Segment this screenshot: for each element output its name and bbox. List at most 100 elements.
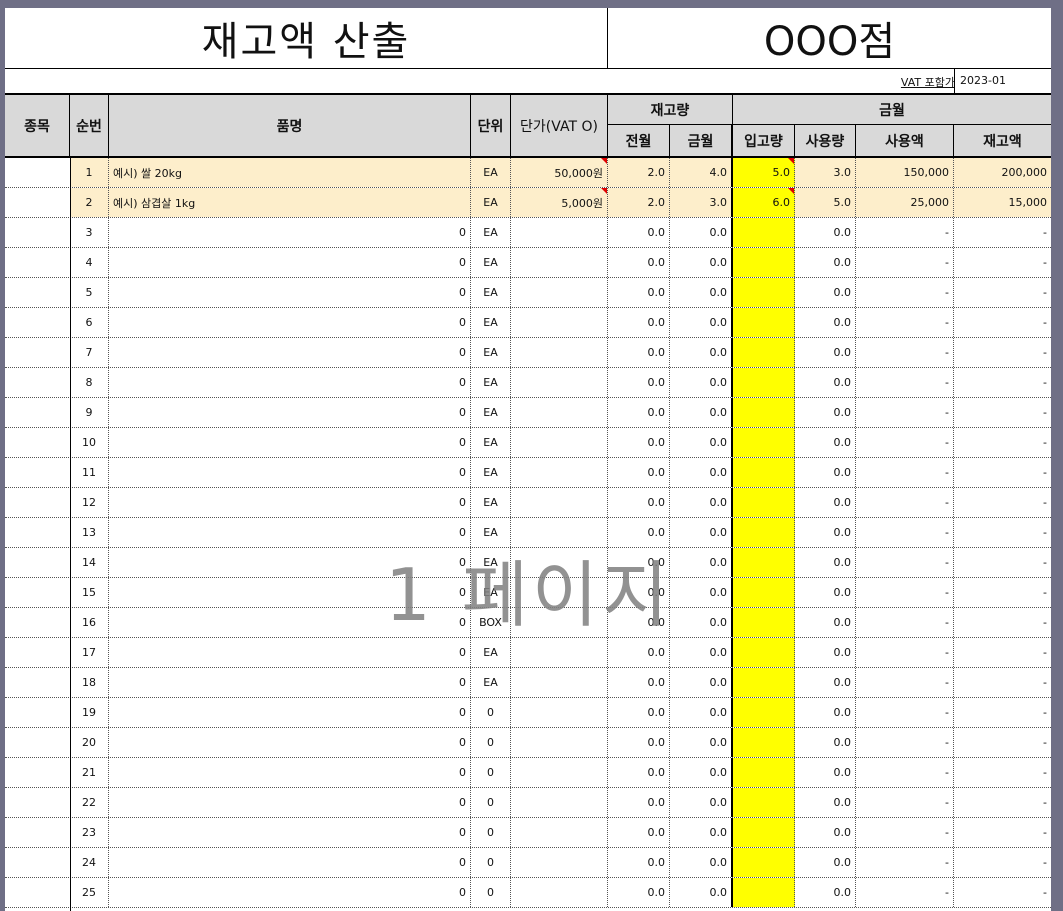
- stock-amount-cell[interactable]: -: [954, 818, 1051, 847]
- price-cell[interactable]: [511, 458, 608, 487]
- unit-cell[interactable]: EA: [471, 548, 511, 577]
- category-cell[interactable]: [5, 608, 70, 637]
- inbound-cell[interactable]: [733, 668, 795, 697]
- category-cell[interactable]: [5, 248, 70, 277]
- header-usage[interactable]: 사용량: [795, 125, 856, 156]
- usage-cell[interactable]: 0.0: [795, 338, 856, 367]
- cur-stock-cell[interactable]: 0.0: [670, 338, 733, 367]
- usage-amount-cell[interactable]: -: [856, 668, 954, 697]
- usage-cell[interactable]: 3.0: [795, 158, 856, 187]
- inbound-cell[interactable]: [733, 728, 795, 757]
- item-cell[interactable]: 0: [109, 578, 471, 607]
- item-cell[interactable]: 0: [109, 608, 471, 637]
- cur-stock-cell[interactable]: 0.0: [670, 758, 733, 787]
- prev-stock-cell[interactable]: 0.0: [608, 818, 670, 847]
- prev-stock-cell[interactable]: 2.0: [608, 158, 670, 187]
- seq-cell[interactable]: 24: [70, 848, 109, 877]
- usage-cell[interactable]: 0.0: [795, 788, 856, 817]
- usage-cell[interactable]: 0.0: [795, 428, 856, 457]
- stock-amount-cell[interactable]: 200,000: [954, 158, 1051, 187]
- unit-cell[interactable]: EA: [471, 638, 511, 667]
- stock-amount-cell[interactable]: 15,000: [954, 188, 1051, 217]
- category-cell[interactable]: [5, 368, 70, 397]
- usage-amount-cell[interactable]: -: [856, 398, 954, 427]
- item-cell[interactable]: 예시) 삼겹살 1kg: [109, 188, 471, 217]
- stock-amount-cell[interactable]: -: [954, 458, 1051, 487]
- prev-stock-cell[interactable]: 0.0: [608, 578, 670, 607]
- cur-stock-cell[interactable]: 0.0: [670, 488, 733, 517]
- stock-amount-cell[interactable]: -: [954, 248, 1051, 277]
- sheet-title[interactable]: 재고액 산출: [5, 8, 608, 69]
- stock-amount-cell[interactable]: -: [954, 668, 1051, 697]
- item-cell[interactable]: 0: [109, 518, 471, 547]
- category-cell[interactable]: [5, 788, 70, 817]
- header-inbound[interactable]: 입고량: [733, 125, 795, 156]
- header-amount-group[interactable]: 금월: [733, 95, 1051, 125]
- unit-cell[interactable]: EA: [471, 278, 511, 307]
- seq-cell[interactable]: 21: [70, 758, 109, 787]
- header-unit[interactable]: 단위: [471, 95, 511, 156]
- seq-cell[interactable]: 14: [70, 548, 109, 577]
- seq-cell[interactable]: 13: [70, 518, 109, 547]
- prev-stock-cell[interactable]: 0.0: [608, 278, 670, 307]
- category-cell[interactable]: [5, 638, 70, 667]
- item-cell[interactable]: 0: [109, 398, 471, 427]
- inbound-cell[interactable]: [733, 848, 795, 877]
- unit-cell[interactable]: EA: [471, 488, 511, 517]
- usage-cell[interactable]: 0.0: [795, 728, 856, 757]
- usage-cell[interactable]: 0.0: [795, 368, 856, 397]
- inbound-cell[interactable]: [733, 338, 795, 367]
- stock-amount-cell[interactable]: -: [954, 308, 1051, 337]
- header-unit-price[interactable]: 단가(VAT O): [511, 95, 608, 156]
- usage-amount-cell[interactable]: -: [856, 728, 954, 757]
- usage-cell[interactable]: 0.0: [795, 308, 856, 337]
- price-cell[interactable]: [511, 338, 608, 367]
- inbound-cell[interactable]: [733, 608, 795, 637]
- prev-stock-cell[interactable]: 0.0: [608, 698, 670, 727]
- category-cell[interactable]: [5, 548, 70, 577]
- price-cell[interactable]: [511, 218, 608, 247]
- prev-stock-cell[interactable]: 0.0: [608, 248, 670, 277]
- header-seq[interactable]: 순번: [70, 95, 109, 156]
- vat-label[interactable]: VAT 포함가: [875, 74, 955, 90]
- price-cell[interactable]: 5,000원: [511, 188, 608, 217]
- item-cell[interactable]: 0: [109, 308, 471, 337]
- unit-cell[interactable]: 0: [471, 758, 511, 787]
- prev-stock-cell[interactable]: 2.0: [608, 188, 670, 217]
- category-cell[interactable]: [5, 218, 70, 247]
- usage-cell[interactable]: 0.0: [795, 758, 856, 787]
- cur-stock-cell[interactable]: 0.0: [670, 368, 733, 397]
- seq-cell[interactable]: 18: [70, 668, 109, 697]
- item-cell[interactable]: 0: [109, 548, 471, 577]
- price-cell[interactable]: [511, 878, 608, 907]
- seq-cell[interactable]: 11: [70, 458, 109, 487]
- seq-cell[interactable]: 5: [70, 278, 109, 307]
- inbound-cell[interactable]: [733, 878, 795, 907]
- usage-cell[interactable]: 0.0: [795, 668, 856, 697]
- unit-cell[interactable]: EA: [471, 668, 511, 697]
- item-cell[interactable]: 0: [109, 788, 471, 817]
- stock-amount-cell[interactable]: -: [954, 728, 1051, 757]
- inbound-cell[interactable]: [733, 488, 795, 517]
- item-cell[interactable]: 0: [109, 218, 471, 247]
- cur-stock-cell[interactable]: 0.0: [670, 548, 733, 577]
- prev-stock-cell[interactable]: 0.0: [608, 728, 670, 757]
- comment-indicator-icon[interactable]: [601, 188, 607, 194]
- unit-cell[interactable]: 0: [471, 788, 511, 817]
- category-cell[interactable]: [5, 398, 70, 427]
- seq-cell[interactable]: 2: [70, 188, 109, 217]
- stock-amount-cell[interactable]: -: [954, 218, 1051, 247]
- usage-amount-cell[interactable]: -: [856, 308, 954, 337]
- unit-cell[interactable]: 0: [471, 698, 511, 727]
- inbound-cell[interactable]: 6.0: [733, 188, 795, 217]
- stock-amount-cell[interactable]: -: [954, 698, 1051, 727]
- stock-amount-cell[interactable]: -: [954, 638, 1051, 667]
- usage-cell[interactable]: 0.0: [795, 248, 856, 277]
- cur-stock-cell[interactable]: 0.0: [670, 518, 733, 547]
- usage-amount-cell[interactable]: -: [856, 638, 954, 667]
- item-cell[interactable]: 0: [109, 818, 471, 847]
- unit-cell[interactable]: EA: [471, 158, 511, 187]
- usage-cell[interactable]: 0.0: [795, 818, 856, 847]
- price-cell[interactable]: [511, 818, 608, 847]
- stock-amount-cell[interactable]: -: [954, 338, 1051, 367]
